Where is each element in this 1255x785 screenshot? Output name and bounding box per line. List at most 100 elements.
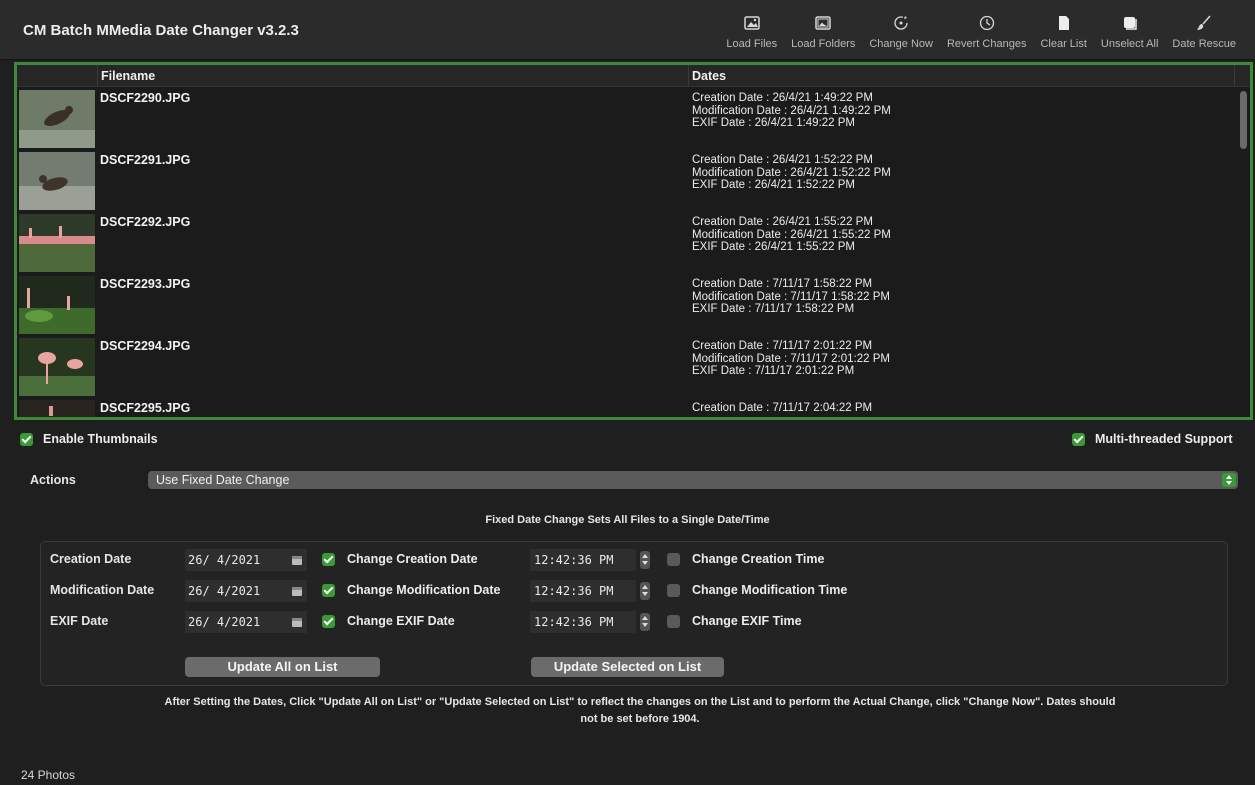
creation-time-field[interactable]: 12:42:36 PM xyxy=(530,549,636,571)
change-exif-time-checkbox[interactable] xyxy=(667,614,680,628)
fixed-date-panel: Creation Date 26/ 4/2021 Change Creation… xyxy=(40,541,1228,686)
dates-column-header[interactable]: Dates xyxy=(692,69,726,83)
thumbnail-image xyxy=(19,152,95,210)
table-row[interactable]: DSCF2293.JPG Creation Date : 7/11/17 1:5… xyxy=(17,273,1250,335)
change-modification-date-checkbox[interactable] xyxy=(322,583,335,597)
brush-icon xyxy=(1197,15,1211,30)
column-separator xyxy=(688,65,689,87)
actions-select[interactable]: Use Fixed Date Change xyxy=(148,471,1238,489)
exif-date-text: EXIF Date : 26/4/21 1:49:22 PM xyxy=(692,117,856,129)
refresh-icon xyxy=(894,16,908,30)
thumbnail-image xyxy=(19,338,95,396)
change-creation-date-option[interactable]: Change Creation Date xyxy=(322,552,478,566)
clock-undo-icon xyxy=(979,15,994,31)
column-separator xyxy=(97,65,98,87)
update-selected-button[interactable]: Update Selected on List xyxy=(531,657,724,677)
list-scrollbar[interactable] xyxy=(1240,91,1247,149)
date-info: Creation Date : 26/4/21 1:52:22 PM Modif… xyxy=(692,154,891,192)
change-creation-time-checkbox[interactable] xyxy=(667,552,680,566)
exif-date-label: EXIF Date xyxy=(50,614,109,628)
exif-date-field[interactable]: 26/ 4/2021 xyxy=(185,611,307,633)
revert-changes-label: Revert Changes xyxy=(946,38,1027,50)
toolbar: Load Files Load Folders Change Now Rever… xyxy=(719,14,1243,56)
calendar-icon[interactable] xyxy=(291,585,303,597)
load-folders-button[interactable]: Load Folders xyxy=(784,14,862,56)
column-separator xyxy=(1234,65,1235,87)
app-title: CM Batch MMedia Date Changer v3.2.3 xyxy=(23,22,299,39)
creation-date-text: Creation Date : 26/4/21 1:49:22 PM xyxy=(692,92,873,104)
table-row[interactable]: DSCF2295.JPG Creation Date : 7/11/17 2:0… xyxy=(17,397,1250,417)
modification-time-stepper[interactable] xyxy=(640,582,650,600)
creation-date-text: Creation Date : 7/11/17 2:01:22 PM xyxy=(692,340,873,352)
change-now-button[interactable]: Change Now xyxy=(862,14,940,56)
modification-date-value: 26/ 4/2021 xyxy=(188,584,261,598)
fixed-date-description: Fixed Date Change Sets All Files to a Si… xyxy=(485,514,770,526)
multithreaded-checkbox[interactable] xyxy=(1072,432,1085,446)
calendar-icon[interactable] xyxy=(291,554,303,566)
actions-label: Actions xyxy=(30,473,76,487)
date-info: Creation Date : 26/4/21 1:49:22 PM Modif… xyxy=(692,92,891,130)
enable-thumbnails-option[interactable]: Enable Thumbnails xyxy=(20,432,158,446)
change-modification-time-option[interactable]: Change Modification Time xyxy=(667,583,847,597)
table-row[interactable]: DSCF2294.JPG Creation Date : 7/11/17 2:0… xyxy=(17,335,1250,397)
filename-column-header[interactable]: Filename xyxy=(101,69,155,83)
change-modification-time-label: Change Modification Time xyxy=(692,583,848,597)
table-row[interactable]: DSCF2290.JPG Creation Date : 26/4/21 1:4… xyxy=(17,87,1250,149)
change-modification-date-label: Change Modification Date xyxy=(347,583,501,597)
modification-date-text: Modification Date : 26/4/21 1:55:22 PM xyxy=(692,228,891,241)
exif-time-field[interactable]: 12:42:36 PM xyxy=(530,611,636,633)
change-creation-time-option[interactable]: Change Creation Time xyxy=(667,552,824,566)
change-modification-time-checkbox[interactable] xyxy=(667,583,680,597)
filename: DSCF2290.JPG xyxy=(100,91,191,105)
date-rescue-button[interactable]: Date Rescue xyxy=(1165,14,1243,56)
change-creation-date-checkbox[interactable] xyxy=(322,552,335,566)
filename: DSCF2293.JPG xyxy=(100,277,191,291)
creation-date-label: Creation Date xyxy=(50,552,132,566)
modification-date-field[interactable]: 26/ 4/2021 xyxy=(185,580,307,602)
multithreaded-option[interactable]: Multi-threaded Support xyxy=(1072,432,1233,446)
creation-date-field[interactable]: 26/ 4/2021 xyxy=(185,549,307,571)
filename: DSCF2295.JPG xyxy=(100,401,191,415)
change-modification-date-option[interactable]: Change Modification Date xyxy=(322,583,500,597)
modification-date-text: Modification Date : 26/4/21 1:49:22 PM xyxy=(692,104,891,117)
exif-date-text: EXIF Date : 26/4/21 1:55:22 PM xyxy=(692,241,856,253)
load-files-button[interactable]: Load Files xyxy=(719,14,784,56)
note-line-2: not be set before 1904. xyxy=(580,713,700,725)
enable-thumbnails-label: Enable Thumbnails xyxy=(43,432,158,446)
date-info: Creation Date : 7/11/17 2:01:22 PM Modif… xyxy=(692,340,890,378)
clear-list-label: Clear List xyxy=(1040,38,1087,50)
unselect-all-button[interactable]: Unselect All xyxy=(1094,14,1165,56)
change-exif-date-option[interactable]: Change EXIF Date xyxy=(322,614,455,628)
document-icon xyxy=(1058,16,1069,30)
enable-thumbnails-checkbox[interactable] xyxy=(20,432,33,446)
thumbnail-image xyxy=(19,90,95,148)
modification-date-label: Modification Date xyxy=(50,583,155,597)
update-all-button[interactable]: Update All on List xyxy=(185,657,380,677)
revert-changes-button[interactable]: Revert Changes xyxy=(940,14,1034,56)
chevron-updown-icon xyxy=(1222,473,1236,487)
load-files-label: Load Files xyxy=(726,38,778,50)
title-bar: CM Batch MMedia Date Changer v3.2.3 Load… xyxy=(0,0,1255,60)
exif-date-text: EXIF Date : 7/11/17 1:58:22 PM xyxy=(692,303,855,315)
load-folders-label: Load Folders xyxy=(791,38,856,50)
unselect-all-label: Unselect All xyxy=(1100,38,1159,50)
table-row[interactable]: DSCF2292.JPG Creation Date : 26/4/21 1:5… xyxy=(17,211,1250,273)
change-now-label: Change Now xyxy=(869,38,933,50)
creation-time-stepper[interactable] xyxy=(640,551,650,569)
table-row[interactable]: DSCF2291.JPG Creation Date : 26/4/21 1:5… xyxy=(17,149,1250,211)
creation-date-text: Creation Date : 26/4/21 1:55:22 PM xyxy=(692,216,873,228)
file-list[interactable]: Filename Dates DSCF2290.JPG Creation Dat… xyxy=(14,62,1253,420)
clear-list-button[interactable]: Clear List xyxy=(1033,14,1093,56)
exif-time-value: 12:42:36 PM xyxy=(534,615,614,629)
list-rows: DSCF2290.JPG Creation Date : 26/4/21 1:4… xyxy=(17,87,1250,417)
creation-time-value: 12:42:36 PM xyxy=(534,553,614,567)
exif-date-value: 26/ 4/2021 xyxy=(188,615,261,629)
change-exif-date-checkbox[interactable] xyxy=(322,614,335,628)
change-exif-time-option[interactable]: Change EXIF Time xyxy=(667,614,802,628)
modification-date-text: Modification Date : 7/11/17 1:58:22 PM xyxy=(692,290,890,303)
creation-date-text: Creation Date : 7/11/17 2:04:22 PM xyxy=(692,402,873,414)
calendar-icon[interactable] xyxy=(291,616,303,628)
exif-time-stepper[interactable] xyxy=(640,613,650,631)
modification-time-field[interactable]: 12:42:36 PM xyxy=(530,580,636,602)
note-line-1: After Setting the Dates, Click "Update A… xyxy=(164,696,1116,708)
